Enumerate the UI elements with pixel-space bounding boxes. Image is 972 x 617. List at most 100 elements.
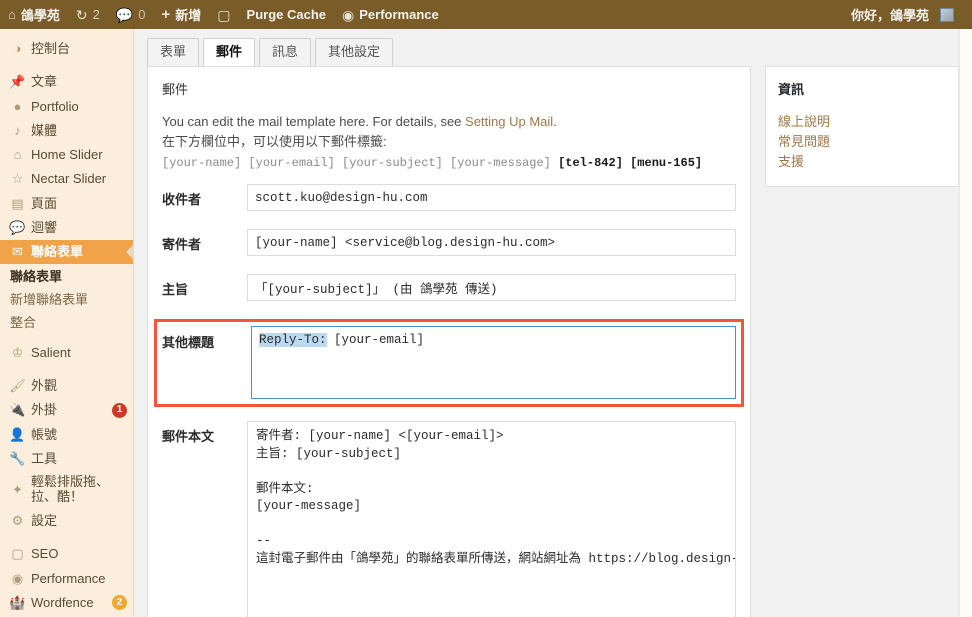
pages-icon: ▤: [11, 195, 24, 211]
admin-bar-my-account[interactable]: 你好，鴿學苑: [843, 0, 962, 29]
field-row-subject: 主旨: [162, 274, 736, 302]
setting-up-mail-link[interactable]: Setting Up Mail: [465, 114, 553, 129]
home-slider-icon: ⌂: [13, 147, 22, 162]
sidebar-item-appearance[interactable]: 🖌 外觀: [0, 374, 133, 398]
sidebar-item-plugins[interactable]: 🔌 外掛 1: [0, 398, 133, 422]
main-content-area: 表單 郵件 訊息 其他設定 郵件 You can edit the mail t…: [134, 29, 972, 617]
mail-tags-strong: [tel-842] [menu-165]: [558, 156, 703, 171]
mail-description-line-1: You can edit the mail template here. For…: [162, 112, 736, 132]
pin-icon: 📌: [9, 74, 26, 90]
media-icon: ♪: [14, 122, 21, 138]
sidebar-item-label: Salient: [31, 344, 71, 360]
sidebar-item-nectar-slider[interactable]: ☆ Nectar Slider: [0, 167, 133, 191]
tab-additional-settings[interactable]: 其他設定: [315, 38, 394, 66]
subject-field-input[interactable]: [247, 274, 736, 302]
plugins-icon: 🔌: [9, 402, 26, 418]
to-field-input[interactable]: [247, 184, 736, 212]
additional-headers-textarea[interactable]: Reply-To: [your-email]: [251, 326, 736, 400]
menu-separator: [0, 365, 133, 374]
sidebar-item-wordfence[interactable]: 🏰 Wordfence 2: [0, 591, 133, 615]
sidebar-item-portfolio[interactable]: ● Portfolio: [0, 95, 133, 119]
admin-bar-updates[interactable]: ↻ 2: [68, 0, 108, 29]
info-link-support[interactable]: 支援: [778, 152, 946, 172]
portfolio-icon: ●: [13, 98, 22, 114]
comment-icon: 💬: [115, 6, 134, 23]
plus-icon: +: [161, 6, 171, 23]
admin-bar-new[interactable]: + 新增: [154, 0, 210, 29]
sidebar-item-comments[interactable]: 💬 迴響: [0, 216, 133, 240]
updates-icon: ↻: [75, 6, 88, 23]
mail-description-prefix: You can edit the mail template here. For…: [162, 114, 466, 129]
sidebar-item-label: 迴響: [31, 219, 58, 235]
admin-bar-right: 你好，鴿學苑: [843, 0, 972, 29]
info-panel: 資訊 線上說明 常見問題 支援: [765, 66, 959, 187]
admin-bar-site-name[interactable]: ⌂ 鴿學苑: [0, 0, 68, 29]
users-icon: 👤: [9, 426, 26, 442]
sidebar-item-settings[interactable]: ⚙ 設定: [0, 509, 133, 533]
contact-form-tabs: 表單 郵件 訊息 其他設定: [147, 38, 397, 66]
comment-icon: 💬: [9, 219, 26, 235]
submenu-item-integration[interactable]: 整合: [0, 312, 133, 335]
submenu-item-add-new[interactable]: 新增聯絡表單: [0, 289, 133, 312]
tab-mail[interactable]: 郵件: [203, 38, 256, 66]
sidebar-item-label: 輕鬆排版拖、拉、酷！: [31, 474, 110, 505]
plugins-update-badge: 1: [112, 403, 127, 419]
admin-bar-performance[interactable]: ◉ Performance: [334, 0, 447, 29]
sidebar-item-label: 外掛: [31, 402, 58, 418]
sidebar-item-posts[interactable]: 📌 文章: [0, 70, 133, 94]
tab-form[interactable]: 表單: [147, 38, 200, 66]
field-row-to: 收件者: [162, 184, 736, 212]
admin-bar-comments[interactable]: 💬 0: [108, 0, 154, 29]
home-icon: ⌂: [8, 7, 16, 22]
admin-sidebar-menu: ◑ 控制台 📌 文章 ● Portfolio ♪ 媒體 ⌂ Home Slide…: [0, 29, 134, 617]
message-body-textarea[interactable]: 寄件者: [your-name] <[your-email]> 主旨: [you…: [247, 421, 736, 617]
admin-bar-purge-cache[interactable]: Purge Cache: [239, 0, 334, 29]
sidebar-item-label: 帳號: [31, 426, 58, 442]
from-field-input[interactable]: [247, 229, 736, 257]
mail-section-title: 郵件: [162, 82, 189, 97]
sidebar-item-label: 頁面: [31, 195, 58, 211]
sidebar-item-media[interactable]: ♪ 媒體: [0, 119, 133, 143]
sidebar-item-tools[interactable]: 🔧 工具: [0, 447, 133, 471]
sidebar-item-label: Performance: [31, 570, 106, 586]
sidebar-item-page-builder[interactable]: ✦ 輕鬆排版拖、拉、酷！: [0, 471, 133, 509]
sidebar-item-users[interactable]: 👤 帳號: [0, 423, 133, 447]
new-label: 新增: [175, 8, 202, 23]
comments-count: 0: [138, 7, 146, 22]
sidebar-item-dashboard[interactable]: ◑ 控制台: [0, 37, 133, 61]
sidebar-item-seo[interactable]: ▢ SEO: [0, 542, 133, 566]
sidebar-item-pages[interactable]: ▤ 頁面: [0, 192, 133, 216]
sidebar-item-contact-form[interactable]: ✉ 聯絡表單: [0, 240, 133, 265]
selected-text: Reply-To:: [259, 333, 327, 348]
performance-icon: ◉: [342, 6, 355, 23]
performance-label: Performance: [359, 7, 439, 22]
admin-bar: ⌂ 鴿學苑 ↻ 2 💬 0 + 新增 ▢ Purge Cache ◉ Perfo…: [0, 0, 972, 29]
mail-settings-inner: 郵件 You can edit the mail template here. …: [148, 67, 750, 617]
mail-settings-panel: 郵件 You can edit the mail template here. …: [147, 66, 751, 617]
info-link-docs[interactable]: 線上說明: [778, 112, 946, 132]
info-link-faq[interactable]: 常見問題: [778, 132, 946, 152]
sidebar-item-label: 聯絡表單: [31, 244, 84, 259]
sidebar-item-performance[interactable]: ◉ Performance: [0, 567, 133, 591]
seo-icon: ▢: [217, 6, 231, 23]
sidebar-item-label: 文章: [31, 74, 58, 90]
menu-top-spacer: [0, 29, 133, 37]
site-name-label: 鴿學苑: [20, 8, 60, 23]
star-icon: ☆: [11, 171, 24, 187]
updates-count: 2: [92, 7, 100, 22]
builder-icon: ✦: [12, 481, 23, 497]
tab-messages[interactable]: 訊息: [259, 38, 312, 66]
mail-tags-line: [your-name] [your-email] [your-subject] …: [162, 156, 736, 170]
mail-description-line-2: 在下方欄位中，可以使用以下郵件標籤:: [162, 134, 387, 150]
sidebar-item-label: Nectar Slider: [31, 171, 107, 187]
admin-bar-seo[interactable]: ▢: [209, 0, 238, 29]
subject-field-label: 主旨: [162, 282, 189, 298]
seo-icon: ▢: [11, 546, 24, 562]
sidebar-item-label: Wordfence: [31, 594, 94, 610]
wordfence-badge: 2: [112, 595, 127, 611]
admin-bar-left: ⌂ 鴿學苑 ↻ 2 💬 0 + 新增 ▢ Purge Cache ◉ Perfo…: [0, 0, 447, 29]
sidebar-item-salient[interactable]: ♔ Salient: [0, 341, 133, 365]
sidebar-item-home-slider[interactable]: ⌂ Home Slider: [0, 143, 133, 167]
submenu-item-contact-forms[interactable]: 聯絡表單: [0, 266, 133, 289]
sidebar-item-label: Portfolio: [31, 98, 79, 114]
